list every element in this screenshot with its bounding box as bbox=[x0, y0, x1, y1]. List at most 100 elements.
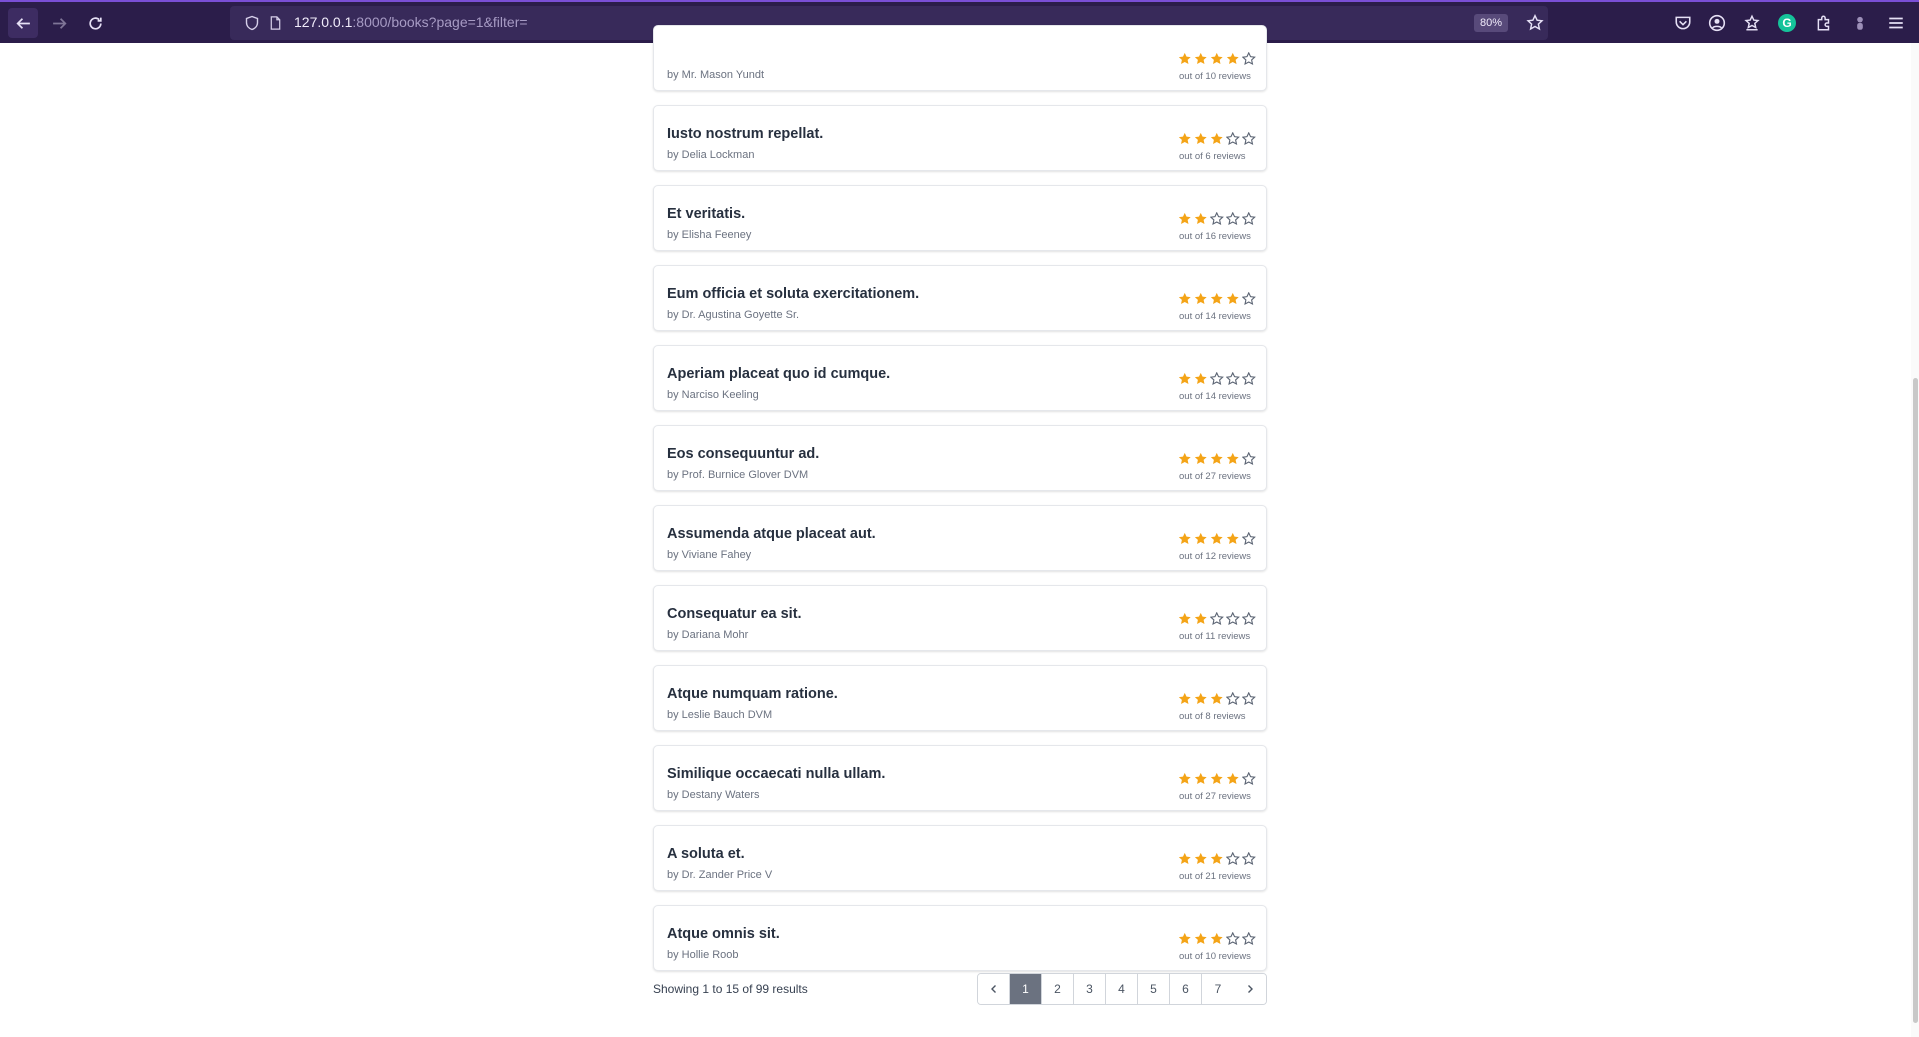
review-count: out of 6 reviews bbox=[1179, 151, 1246, 162]
book-title[interactable]: Iusto nostrum repellat. bbox=[667, 126, 823, 142]
book-card[interactable]: Assumenda atque placeat aut. by Viviane F… bbox=[653, 505, 1267, 571]
page-button-4[interactable]: 4 bbox=[1106, 974, 1138, 1004]
account-icon[interactable] bbox=[1708, 14, 1726, 32]
back-button[interactable] bbox=[8, 8, 38, 38]
book-card[interactable]: Aperiam placeat quo id cumque. by Narciso… bbox=[653, 345, 1267, 411]
book-title[interactable]: Atque omnis sit. bbox=[667, 926, 780, 942]
book-title[interactable]: Atque numquam ratione. bbox=[667, 686, 838, 702]
star-filled-icon bbox=[1178, 292, 1191, 304]
star-filled-icon bbox=[1210, 692, 1223, 704]
url-host: 127.0.0.1 bbox=[294, 14, 353, 30]
collections-icon[interactable] bbox=[1743, 14, 1761, 32]
star-filled-icon bbox=[1226, 52, 1239, 64]
page-button-3[interactable]: 3 bbox=[1074, 974, 1106, 1004]
star-rating bbox=[1178, 932, 1256, 946]
star-rating bbox=[1178, 372, 1256, 386]
page-button-5[interactable]: 5 bbox=[1138, 974, 1170, 1004]
star-empty-icon bbox=[1226, 852, 1240, 866]
review-count: out of 11 reviews bbox=[1179, 631, 1251, 642]
pagination: 1234567 bbox=[977, 973, 1267, 1005]
star-empty-icon bbox=[1226, 372, 1240, 386]
star-filled-icon bbox=[1194, 52, 1207, 64]
arrow-right-icon bbox=[52, 17, 67, 29]
star-rating bbox=[1178, 532, 1256, 546]
star-empty-icon bbox=[1242, 52, 1256, 66]
book-author: by Leslie Bauch DVM bbox=[667, 709, 773, 721]
star-empty-icon bbox=[1242, 372, 1256, 386]
star-filled-icon bbox=[1194, 932, 1207, 944]
star-empty-icon bbox=[1242, 612, 1256, 626]
book-card[interactable]: Atque omnis sit. by Hollie Roob out of 10 … bbox=[653, 905, 1267, 971]
book-card[interactable]: Atque numquam ratione. by Leslie Bauch DV… bbox=[653, 665, 1267, 731]
zoom-level-badge[interactable]: 80% bbox=[1474, 14, 1509, 32]
book-author: by Dr. Zander Price V bbox=[667, 869, 773, 881]
star-empty-icon bbox=[1242, 132, 1256, 146]
previous-page-button[interactable] bbox=[978, 974, 1010, 1004]
book-author: by Hollie Roob bbox=[667, 949, 739, 961]
star-filled-icon bbox=[1194, 372, 1207, 384]
book-card[interactable]: Eos consequuntur ad. by Prof. Burnice Glo… bbox=[653, 425, 1267, 491]
reload-icon bbox=[88, 16, 102, 30]
url-path: :8000/books?page=1&filter= bbox=[352, 14, 528, 30]
star-filled-icon bbox=[1226, 452, 1239, 464]
star-rating bbox=[1178, 612, 1256, 626]
book-card[interactable]: Similique occaecati nulla ullam. by Desta… bbox=[653, 745, 1267, 811]
star-rating bbox=[1178, 692, 1256, 706]
book-author: by Destany Waters bbox=[667, 789, 760, 801]
menu-icon[interactable] bbox=[1887, 14, 1905, 32]
star-filled-icon bbox=[1178, 852, 1191, 864]
page-button-6[interactable]: 6 bbox=[1170, 974, 1202, 1004]
star-empty-icon bbox=[1226, 132, 1240, 146]
book-author: by Dariana Mohr bbox=[667, 629, 749, 641]
arrow-left-icon bbox=[15, 17, 30, 29]
star-filled-icon bbox=[1210, 532, 1223, 544]
chevron-right-icon bbox=[1248, 985, 1253, 993]
grammarly-extension-icon[interactable]: G bbox=[1778, 14, 1796, 32]
book-card[interactable]: Eum officia et soluta exercitationem. by … bbox=[653, 265, 1267, 331]
book-card[interactable]: Consequatur ea sit. by Dariana Mohr out of… bbox=[653, 585, 1267, 651]
book-author: by Dr. Agustina Goyette Sr. bbox=[667, 309, 800, 321]
star-empty-icon bbox=[1242, 532, 1256, 546]
extensions-icon[interactable] bbox=[1815, 14, 1833, 32]
book-title[interactable]: Eum officia et soluta exercitationem. bbox=[667, 286, 919, 302]
page-button-1[interactable]: 1 bbox=[1010, 974, 1042, 1004]
star-empty-icon bbox=[1210, 612, 1224, 626]
star-filled-icon bbox=[1178, 612, 1191, 624]
book-title[interactable]: Similique occaecati nulla ullam. bbox=[667, 766, 885, 782]
book-title[interactable]: Et veritatis. bbox=[667, 206, 745, 222]
book-card[interactable]: Iusto nostrum repellat. by Delia Lockman o… bbox=[653, 105, 1267, 171]
book-title[interactable]: A soluta et. bbox=[667, 846, 745, 862]
reload-button[interactable] bbox=[80, 8, 110, 38]
book-title[interactable]: Consequatur ea sit. bbox=[667, 606, 802, 622]
book-card[interactable]: Et veritatis. by Elisha Feeney out of 16 r… bbox=[653, 185, 1267, 251]
page-button-7[interactable]: 7 bbox=[1202, 974, 1234, 1004]
profile-extension-icon[interactable] bbox=[1851, 14, 1869, 32]
star-filled-icon bbox=[1178, 452, 1191, 464]
star-filled-icon bbox=[1226, 292, 1239, 304]
star-filled-icon bbox=[1194, 692, 1207, 704]
page-icon[interactable] bbox=[268, 15, 283, 31]
next-page-button[interactable] bbox=[1234, 974, 1266, 1004]
page-button-2[interactable]: 2 bbox=[1042, 974, 1074, 1004]
review-count: out of 16 reviews bbox=[1179, 231, 1251, 242]
star-rating bbox=[1178, 52, 1256, 66]
book-card[interactable]: A soluta et. by Dr. Zander Price V out of … bbox=[653, 825, 1267, 891]
shield-icon[interactable] bbox=[244, 15, 260, 31]
book-title[interactable]: Eos consequuntur ad. bbox=[667, 446, 819, 462]
book-card[interactable]: by Mr. Mason Yundt out of 10 reviews bbox=[653, 25, 1267, 91]
book-title[interactable]: Assumenda atque placeat aut. bbox=[667, 526, 876, 542]
star-filled-icon bbox=[1194, 772, 1207, 784]
bookmark-star-icon[interactable] bbox=[1526, 14, 1544, 32]
book-title[interactable]: Aperiam placeat quo id cumque. bbox=[667, 366, 890, 382]
url-text[interactable]: 127.0.0.1:8000/books?page=1&filter= bbox=[294, 14, 528, 30]
star-rating bbox=[1178, 852, 1256, 866]
pocket-icon[interactable] bbox=[1674, 14, 1692, 32]
star-filled-icon bbox=[1210, 452, 1223, 464]
star-filled-icon bbox=[1226, 532, 1239, 544]
scrollbar-thumb[interactable] bbox=[1913, 378, 1918, 1023]
review-count: out of 21 reviews bbox=[1179, 871, 1251, 882]
star-filled-icon bbox=[1210, 772, 1223, 784]
review-count: out of 27 reviews bbox=[1179, 791, 1251, 802]
star-filled-icon bbox=[1178, 932, 1191, 944]
forward-button[interactable] bbox=[44, 8, 74, 38]
